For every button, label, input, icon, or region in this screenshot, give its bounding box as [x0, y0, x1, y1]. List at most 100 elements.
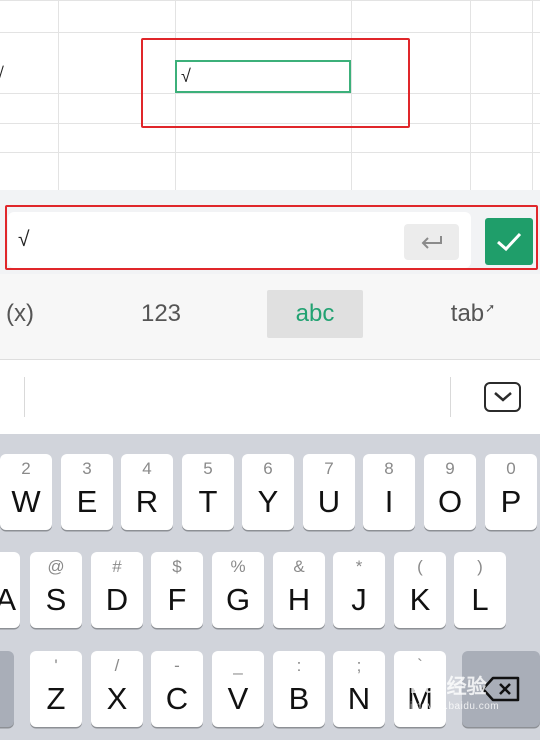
- key-r[interactable]: 4 R: [121, 454, 173, 530]
- key-alt: ': [54, 656, 58, 675]
- key-alt: 8: [384, 459, 394, 478]
- key-alt: 9: [445, 459, 455, 478]
- tab-numbers[interactable]: 123: [126, 290, 196, 338]
- key-h[interactable]: & H: [273, 552, 325, 628]
- divider: [450, 377, 451, 417]
- formula-value: √: [18, 228, 30, 251]
- key-j[interactable]: * J: [333, 552, 385, 628]
- key-d[interactable]: # D: [91, 552, 143, 628]
- grid-line: [0, 0, 540, 1]
- key-label: F: [167, 582, 187, 617]
- cell-value[interactable]: √: [0, 64, 4, 85]
- tab-label: tab: [450, 300, 485, 327]
- key-label: K: [409, 582, 431, 617]
- checkmark-icon: [497, 232, 522, 251]
- key-u[interactable]: 7 U: [303, 454, 355, 530]
- key-label: L: [471, 582, 489, 617]
- key-o[interactable]: 9 O: [424, 454, 476, 530]
- key-c[interactable]: - C: [151, 651, 203, 727]
- key-k[interactable]: ( K: [394, 552, 446, 628]
- input-mode-bar: (x) 123 abc tab ➚: [0, 274, 540, 360]
- key-alt: _: [233, 656, 243, 675]
- key-f[interactable]: $ F: [151, 552, 203, 628]
- tab-tab-key[interactable]: tab ➚: [438, 290, 508, 338]
- key-b[interactable]: : B: [273, 651, 325, 727]
- key-alt: 7: [324, 459, 334, 478]
- key-alt: /: [114, 656, 120, 675]
- keyboard-collapse-icon: [493, 392, 512, 402]
- return-arrow-icon: [421, 236, 442, 249]
- key-label: J: [351, 582, 367, 617]
- key-alt: 2: [21, 459, 31, 478]
- active-cell[interactable]: √: [175, 60, 351, 93]
- hide-keyboard-button[interactable]: [484, 382, 521, 412]
- key-label: X: [106, 681, 128, 716]
- key-i[interactable]: 8 I: [363, 454, 415, 530]
- grid-line: [0, 93, 540, 94]
- key-z[interactable]: ' Z: [30, 651, 82, 727]
- key-label: T: [198, 484, 218, 519]
- key-a[interactable]: A: [0, 552, 20, 628]
- key-label: D: [105, 582, 129, 617]
- key-label: Y: [257, 484, 279, 519]
- watermark: Bai 经验 jingyan.baidu.com: [410, 670, 535, 730]
- grid-line: [0, 32, 540, 33]
- tab-label: 123: [140, 300, 182, 327]
- key-alt: ;: [356, 656, 362, 675]
- key-label: W: [11, 484, 41, 519]
- grid-line: [58, 0, 59, 190]
- grid-line: [175, 0, 176, 190]
- key-alt: *: [355, 557, 363, 576]
- key-alt: @: [47, 557, 65, 576]
- key-label: U: [317, 484, 341, 519]
- tab-letters[interactable]: abc: [267, 290, 363, 338]
- key-p[interactable]: 0 P: [485, 454, 537, 530]
- key-label: O: [437, 484, 463, 519]
- key-alt: 0: [506, 459, 516, 478]
- watermark-brand: Bai 经验: [410, 676, 487, 698]
- enter-button[interactable]: [404, 224, 459, 260]
- key-x[interactable]: / X: [91, 651, 143, 727]
- key-alt: ): [477, 557, 483, 576]
- key-v[interactable]: _ V: [212, 651, 264, 727]
- active-cell-value: √: [181, 66, 191, 86]
- key-alt: -: [174, 656, 180, 675]
- grid-line: [0, 123, 540, 124]
- tab-arrow-icon: ➚: [485, 301, 496, 315]
- grid-line: [470, 0, 471, 190]
- tab-label: abc: [295, 300, 335, 327]
- grid-line: [0, 152, 540, 153]
- formula-input[interactable]: √: [8, 212, 471, 268]
- key-s[interactable]: @ S: [30, 552, 82, 628]
- key-n[interactable]: ; N: [333, 651, 385, 727]
- key-label: Z: [46, 681, 66, 716]
- key-alt: 5: [203, 459, 213, 478]
- confirm-button[interactable]: [485, 218, 533, 265]
- key-alt: $: [172, 557, 182, 576]
- tab-function[interactable]: (x): [0, 290, 50, 338]
- key-label: H: [287, 582, 311, 617]
- key-alt: 4: [142, 459, 152, 478]
- key-alt: %: [230, 557, 246, 576]
- key-alt: #: [112, 557, 122, 576]
- key-alt: :: [296, 656, 302, 675]
- watermark-url: jingyan.baidu.com: [410, 701, 500, 712]
- key-label: V: [227, 681, 249, 716]
- key-alt: (: [417, 557, 423, 576]
- key-g[interactable]: % G: [212, 552, 264, 628]
- key-label: E: [76, 484, 98, 519]
- key-e[interactable]: 3 E: [61, 454, 113, 530]
- key-l[interactable]: ) L: [454, 552, 506, 628]
- suggestion-bar: [0, 361, 540, 434]
- shift-key[interactable]: [0, 651, 14, 727]
- key-w[interactable]: 2 W: [0, 454, 52, 530]
- key-t[interactable]: 5 T: [182, 454, 234, 530]
- key-label: C: [165, 681, 189, 716]
- grid-line: [351, 0, 352, 190]
- divider: [24, 377, 25, 417]
- spreadsheet-grid[interactable]: √ √: [0, 0, 540, 190]
- key-label: R: [135, 484, 159, 519]
- key-label: P: [500, 484, 522, 519]
- key-y[interactable]: 6 Y: [242, 454, 294, 530]
- key-label: A: [0, 582, 16, 617]
